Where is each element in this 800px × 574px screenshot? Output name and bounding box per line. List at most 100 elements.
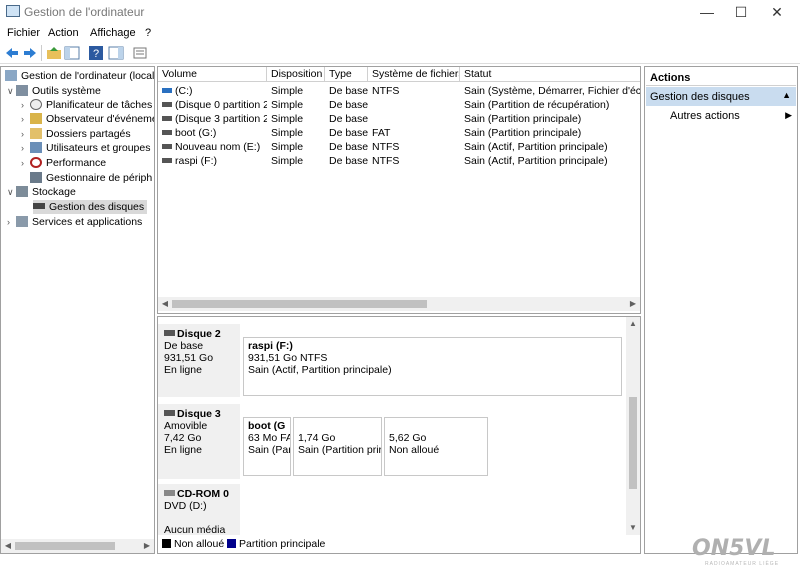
collapse-up-icon[interactable]: ▲	[782, 90, 791, 100]
minimize-button[interactable]: —	[690, 0, 724, 24]
disk-3-label[interactable]: Disque 3 Amovible 7,42 Go En ligne	[158, 404, 240, 480]
submenu-arrow-icon: ▶	[785, 110, 792, 120]
chevron-right-icon[interactable]: ›	[21, 141, 30, 155]
drive-icon	[162, 102, 172, 107]
drive-icon	[162, 116, 172, 121]
action-autres-actions[interactable]: Autres actions ▶	[670, 110, 796, 122]
show-hide-action-pane-icon[interactable]	[108, 45, 124, 61]
filesystem-cell	[368, 112, 460, 126]
device-manager-icon	[30, 172, 42, 183]
toolbar: ?	[0, 42, 800, 64]
shared-folder-icon	[30, 128, 42, 139]
col-filesystem[interactable]: Système de fichiers	[368, 67, 460, 82]
svg-text:?: ?	[93, 48, 99, 60]
maximize-button[interactable]: ☐	[724, 0, 758, 24]
col-disposition[interactable]: Disposition	[267, 67, 325, 82]
disk-2-label[interactable]: Disque 2 De base 931,51 Go En ligne	[158, 324, 240, 398]
app-icon	[6, 5, 20, 17]
up-folder-icon[interactable]	[46, 45, 62, 61]
disposition-cell: Simple	[271, 99, 304, 111]
title-bar: Gestion de l'ordinateur — ☐ ✕	[0, 0, 800, 24]
show-hide-tree-icon[interactable]	[64, 45, 80, 61]
scroll-thumb[interactable]	[15, 542, 115, 550]
volume-cell: raspi (F:)	[158, 154, 267, 168]
help-icon[interactable]: ?	[88, 45, 104, 61]
scroll-right-icon[interactable]: ▶	[140, 539, 154, 553]
col-volume[interactable]: Volume	[158, 67, 267, 82]
volume-cell: Nouveau nom (E:)	[158, 140, 267, 154]
menu-help[interactable]: ?	[145, 27, 151, 39]
disposition-cell: Simple	[271, 155, 304, 167]
properties-icon[interactable]	[132, 45, 148, 61]
scroll-up-icon[interactable]: ▲	[626, 317, 640, 331]
volume-cell: (C:)	[158, 84, 267, 98]
status-cell: Sain (Partition principale)	[464, 127, 582, 139]
disk-type: De base	[164, 340, 204, 352]
cdrom-icon	[164, 490, 175, 496]
tree-item-planificateur[interactable]: › Planificateur de tâches	[21, 98, 152, 112]
tree-item-label: Observateur d'événeme	[46, 113, 155, 125]
scroll-thumb[interactable]	[172, 300, 427, 308]
volume-hscrollbar[interactable]: ◀ ▶	[158, 297, 640, 311]
scroll-left-icon[interactable]: ◀	[158, 297, 172, 311]
filesystem-cell	[368, 98, 460, 112]
close-button[interactable]: ✕	[760, 0, 794, 24]
menu-affichage[interactable]: Affichage	[90, 27, 136, 39]
chevron-right-icon[interactable]: ›	[7, 215, 16, 229]
chevron-right-icon[interactable]: ›	[21, 98, 30, 112]
back-arrow-icon[interactable]	[4, 45, 20, 61]
scroll-right-icon[interactable]: ▶	[626, 297, 640, 311]
partition-disque3-p2[interactable]: 1,74 Go Sain (Partition prir	[293, 417, 382, 476]
scroll-down-icon[interactable]: ▼	[626, 521, 640, 535]
tree-item-label: Outils système	[32, 85, 101, 97]
event-viewer-icon	[30, 113, 42, 124]
tree-root[interactable]: Gestion de l'ordinateur (local)	[5, 69, 154, 83]
chevron-down-icon[interactable]: ∨	[7, 84, 16, 98]
tree-item-outils-systeme[interactable]: ∨ Outils système	[7, 84, 101, 98]
chevron-right-icon[interactable]: ›	[21, 156, 30, 170]
cdrom-label[interactable]: CD-ROM 0 DVD (D:) Aucun média	[158, 484, 240, 536]
drive-icon	[162, 158, 172, 163]
partition-unallocated[interactable]: 5,62 Go Non alloué	[384, 417, 488, 476]
menu-bar: Fichier Action Affichage ?	[0, 24, 800, 42]
partition-boot[interactable]: boot (G 63 Mo FA Sain (Par	[243, 417, 291, 476]
tree-item-utilisateurs[interactable]: › Utilisateurs et groupes l	[21, 141, 154, 155]
volume-cell: boot (G:)	[158, 126, 267, 140]
status-cell: Sain (Partition principale)	[464, 113, 582, 125]
tree-item-observateur[interactable]: › Observateur d'événeme	[21, 112, 155, 126]
filesystem-cell: NTFS	[372, 85, 400, 97]
tree-hscrollbar[interactable]: ◀ ▶	[1, 539, 154, 553]
tree-item-label: Dossiers partagés	[46, 128, 131, 140]
partition-raspi[interactable]: raspi (F:) 931,51 Go NTFS Sain (Actif, P…	[243, 337, 622, 396]
partition-size: 5,62 Go	[389, 432, 427, 444]
action-section-gestion-disques[interactable]: Gestion des disques ▲	[646, 87, 796, 106]
chevron-right-icon[interactable]: ›	[21, 127, 30, 141]
tree-item-services[interactable]: › Services et applications	[7, 215, 142, 229]
partition-size: 931,51 Go NTFS	[248, 352, 328, 364]
disk-map-vscrollbar[interactable]: ▲ ▼	[626, 317, 640, 535]
partition-status: Sain (Actif, Partition principale)	[248, 364, 392, 376]
tree-item-performance[interactable]: › Performance	[21, 156, 106, 170]
tree-item-gestion-disques[interactable]: Gestion des disques	[33, 200, 148, 214]
tree-item-gestionnaire-peripheriques[interactable]: Gestionnaire de périph	[30, 171, 152, 185]
menu-fichier[interactable]: Fichier	[7, 27, 40, 39]
tree-item-dossiers-partages[interactable]: › Dossiers partagés	[21, 127, 131, 141]
partition-status: Non alloué	[389, 444, 440, 456]
volume-name: Nouveau nom (E:)	[175, 141, 261, 153]
menu-action[interactable]: Action	[48, 27, 79, 39]
drive-icon	[162, 130, 172, 135]
tree-item-stockage[interactable]: ∨ Stockage	[7, 185, 76, 199]
col-type[interactable]: Type	[325, 67, 368, 82]
action-label: Autres actions	[670, 110, 740, 122]
disposition-cell: Simple	[271, 141, 304, 153]
col-statut[interactable]: Statut	[460, 67, 640, 82]
type-cell: De base	[329, 127, 368, 139]
chevron-right-icon[interactable]: ›	[21, 112, 30, 126]
scroll-thumb[interactable]	[629, 397, 637, 489]
scroll-left-icon[interactable]: ◀	[1, 539, 15, 553]
chevron-down-icon[interactable]: ∨	[7, 185, 16, 199]
console-tree: Gestion de l'ordinateur (local) ∨ Outils …	[0, 66, 155, 554]
window-title: Gestion de l'ordinateur	[24, 5, 145, 19]
primary-swatch	[227, 539, 236, 548]
forward-arrow-icon[interactable]	[22, 45, 38, 61]
